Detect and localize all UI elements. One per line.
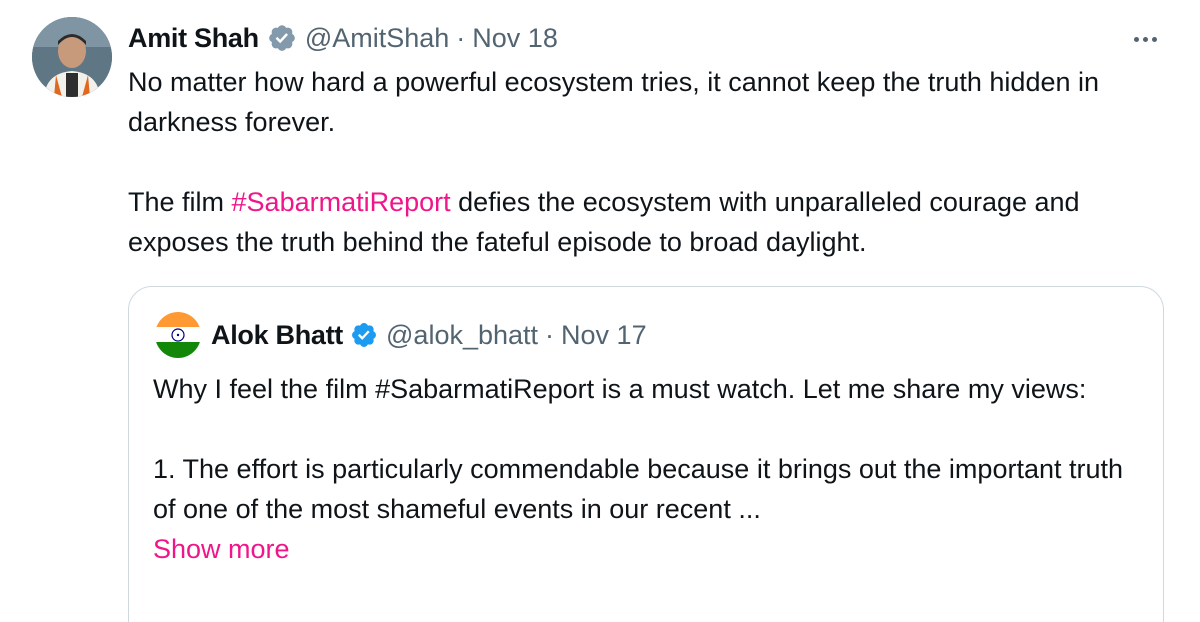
tweet-card[interactable]: Amit Shah @AmitShah · Nov 18 No matter h… — [0, 0, 1200, 622]
paragraph-2-prefix: The film — [128, 187, 232, 217]
verified-badge-icon[interactable] — [267, 23, 297, 53]
quoted-author-name[interactable]: Alok Bhatt — [211, 320, 343, 351]
quoted-tweet-text: Why I feel the film #SabarmatiReport is … — [153, 369, 1143, 569]
tweet-paragraph-1: No matter how hard a powerful ecosystem … — [128, 67, 1100, 137]
more-dot — [1151, 36, 1157, 42]
quoted-paragraph-2: 1. The effort is particularly commendabl… — [153, 454, 1124, 524]
author-avatar[interactable] — [32, 17, 112, 97]
separator-dot: · — [456, 22, 466, 53]
quoted-author-avatar[interactable] — [155, 312, 201, 358]
tweet-date[interactable]: Nov 18 — [472, 23, 558, 54]
quoted-tweet-date[interactable]: Nov 17 — [561, 320, 647, 351]
more-horizontal-icon[interactable] — [1128, 24, 1162, 54]
quoted-paragraph-1: Why I feel the film #SabarmatiReport is … — [153, 374, 1087, 404]
tweet-paragraph-2: The film #SabarmatiReport defies the eco… — [128, 182, 1178, 262]
quoted-author-handle[interactable]: @alok_bhatt — [386, 320, 538, 351]
author-handle[interactable]: @AmitShah — [305, 23, 449, 54]
quoted-tweet-header: Alok Bhatt @alok_bhatt · Nov 17 — [211, 317, 647, 353]
show-more-link[interactable]: Show more — [153, 529, 290, 569]
separator-dot: · — [545, 319, 555, 350]
verified-badge-icon[interactable] — [350, 321, 378, 349]
tweet-header: Amit Shah @AmitShah · Nov 18 — [128, 20, 558, 56]
more-dot — [1133, 36, 1139, 42]
more-dot — [1142, 36, 1148, 42]
tweet-text: No matter how hard a powerful ecosystem … — [128, 62, 1178, 262]
author-name[interactable]: Amit Shah — [128, 23, 259, 54]
hashtag-link[interactable]: #SabarmatiReport — [232, 187, 451, 217]
quoted-tweet[interactable]: Alok Bhatt @alok_bhatt · Nov 17 Why I fe… — [128, 286, 1164, 622]
